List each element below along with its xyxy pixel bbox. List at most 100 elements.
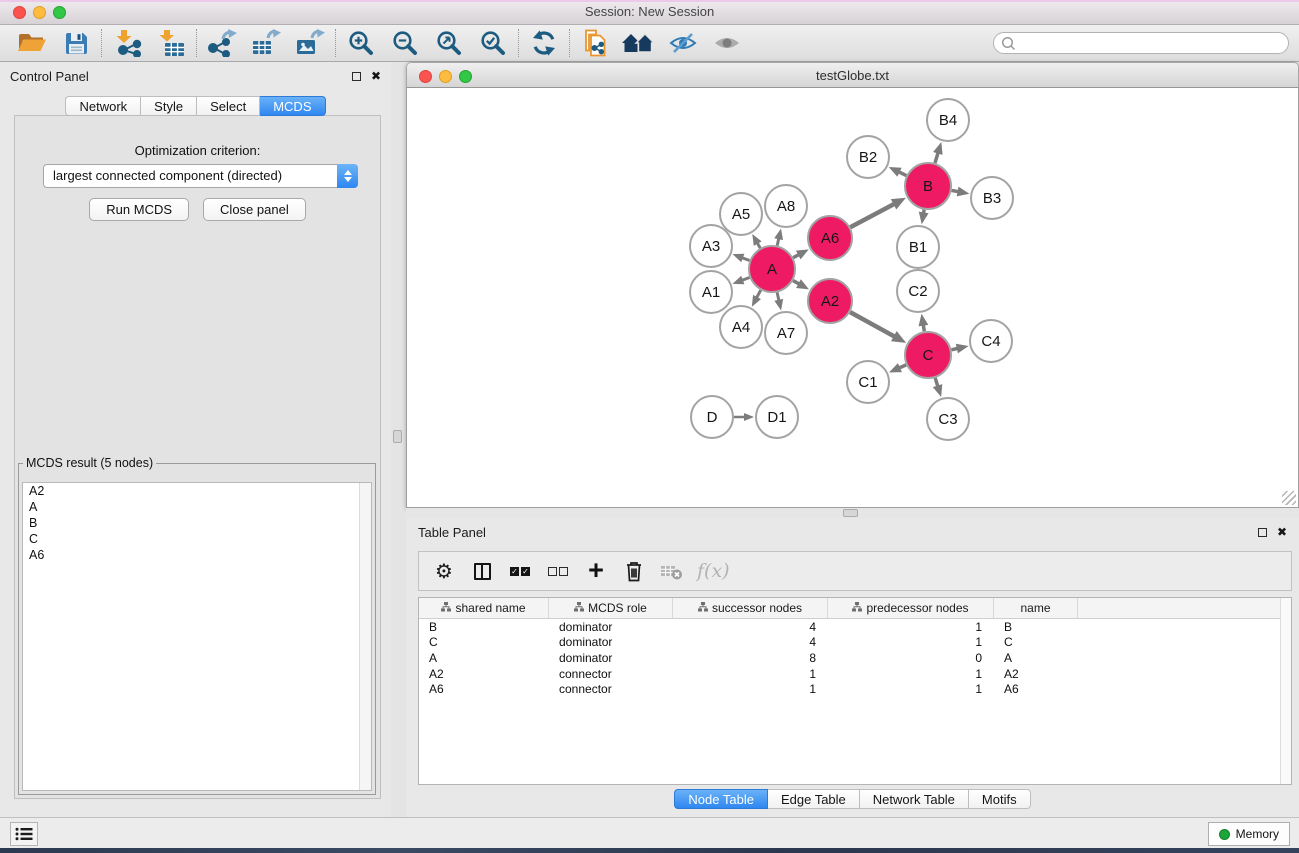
table-cell[interactable]: 1: [673, 682, 828, 696]
zoom-out-button[interactable]: [383, 26, 427, 60]
table-tab-network-table[interactable]: Network Table: [860, 789, 969, 809]
delete-column-button[interactable]: [615, 552, 653, 590]
mcds-result-item[interactable]: B: [23, 515, 371, 531]
column-header-name[interactable]: name: [994, 598, 1078, 618]
export-network-button[interactable]: [200, 26, 244, 60]
table-cell[interactable]: 4: [673, 620, 828, 634]
table-cell[interactable]: 0: [828, 651, 994, 665]
table-row[interactable]: A2connector11A2: [419, 666, 1291, 682]
status-bar: Memory: [0, 817, 1299, 848]
close-panel-icon[interactable]: ✖: [371, 70, 381, 82]
table-cell[interactable]: 1: [673, 667, 828, 681]
zoom-in-button[interactable]: [339, 26, 383, 60]
network-canvas[interactable]: AA1A2A3A4A5A6A7A8BB1B2B3B4CC1C2C3C4DD1: [406, 88, 1299, 508]
function-builder-button[interactable]: f(x): [691, 552, 736, 590]
duplicate-network-button[interactable]: [573, 26, 617, 60]
network-graph[interactable]: AA1A2A3A4A5A6A7A8BB1B2B3B4CC1C2C3C4DD1: [407, 88, 1298, 506]
export-table-button[interactable]: [244, 26, 288, 60]
show-panels-button[interactable]: [705, 26, 749, 60]
save-session-button[interactable]: [54, 26, 98, 60]
table-cell[interactable]: dominator: [549, 651, 673, 665]
home-button[interactable]: [617, 26, 661, 60]
add-column-button[interactable]: +: [577, 552, 615, 590]
panel-divider[interactable]: [391, 62, 406, 817]
divider-grip[interactable]: [843, 509, 858, 517]
table-cell[interactable]: A2: [419, 667, 549, 681]
table-cell[interactable]: A: [994, 651, 1078, 665]
refresh-button[interactable]: [522, 26, 566, 60]
table-cell[interactable]: 8: [673, 651, 828, 665]
import-table-button[interactable]: [149, 26, 193, 60]
table-tab-node-table[interactable]: Node Table: [674, 789, 768, 809]
memory-button[interactable]: Memory: [1208, 822, 1290, 846]
network-window-titlebar[interactable]: testGlobe.txt: [406, 62, 1299, 88]
table-cell[interactable]: 1: [828, 682, 994, 696]
divider-grip[interactable]: [393, 430, 402, 443]
table-cell[interactable]: 4: [673, 635, 828, 649]
task-history-button[interactable]: [10, 822, 38, 846]
float-panel-icon[interactable]: [352, 72, 361, 81]
close-panel-button[interactable]: Close panel: [203, 198, 306, 221]
column-label: predecessor nodes: [866, 601, 968, 615]
table-cell[interactable]: connector: [549, 682, 673, 696]
delete-table-button[interactable]: [653, 552, 691, 590]
float-panel-icon[interactable]: [1258, 528, 1267, 537]
column-header-shared-name[interactable]: shared name: [419, 598, 549, 618]
table-cell[interactable]: B: [419, 620, 549, 634]
select-all-button[interactable]: ✓✓: [501, 552, 539, 590]
table-row[interactable]: Cdominator41C: [419, 635, 1291, 651]
control-tab-mcds[interactable]: MCDS: [260, 96, 325, 116]
zoom-selected-button[interactable]: [471, 26, 515, 60]
table-cell[interactable]: A6: [419, 682, 549, 696]
table-cell[interactable]: A6: [994, 682, 1078, 696]
column-layout-button[interactable]: [463, 552, 501, 590]
close-panel-icon[interactable]: ✖: [1277, 526, 1287, 538]
control-tab-network[interactable]: Network: [65, 96, 141, 116]
mcds-result-item[interactable]: A6: [23, 547, 371, 563]
criterion-dropdown[interactable]: largest connected component (directed): [43, 164, 358, 188]
zoom-fit-button[interactable]: [427, 26, 471, 60]
edge-arrowhead-icon: [957, 187, 970, 197]
column-header-MCDS-role[interactable]: MCDS role: [549, 598, 673, 618]
column-header-successor-nodes[interactable]: successor nodes: [673, 598, 828, 618]
table-cell[interactable]: A2: [994, 667, 1078, 681]
table-cell[interactable]: 1: [828, 667, 994, 681]
table-row[interactable]: Bdominator41B: [419, 619, 1291, 635]
settings-gear-button[interactable]: ⚙: [425, 552, 463, 590]
table-cell[interactable]: 1: [828, 635, 994, 649]
node-label-C2: C2: [908, 283, 927, 300]
search-input[interactable]: [993, 32, 1289, 54]
mcds-result-item[interactable]: A2: [23, 483, 371, 499]
table-cell[interactable]: C: [419, 635, 549, 649]
export-image-button[interactable]: [288, 26, 332, 60]
control-tab-select[interactable]: Select: [197, 96, 260, 116]
graph-edge-B-B4[interactable]: [935, 152, 938, 163]
graph-edge-A2-C[interactable]: [850, 312, 895, 337]
table-cell[interactable]: 1: [828, 620, 994, 634]
table-panel-divider[interactable]: [406, 508, 1299, 518]
table-cell[interactable]: B: [994, 620, 1078, 634]
table-row[interactable]: Adominator80A: [419, 650, 1291, 666]
deselect-all-button[interactable]: [539, 552, 577, 590]
scrollbar-track[interactable]: [1280, 598, 1291, 784]
column-header-predecessor-nodes[interactable]: predecessor nodes: [828, 598, 994, 618]
open-session-button[interactable]: [10, 26, 54, 60]
table-cell[interactable]: connector: [549, 667, 673, 681]
table-tab-edge-table[interactable]: Edge Table: [768, 789, 860, 809]
table-cell[interactable]: dominator: [549, 635, 673, 649]
import-network-button[interactable]: [105, 26, 149, 60]
hide-panels-button[interactable]: [661, 26, 705, 60]
graph-edge-A6-B[interactable]: [850, 204, 895, 228]
mcds-result-item[interactable]: A: [23, 499, 371, 515]
table-cell[interactable]: dominator: [549, 620, 673, 634]
run-mcds-button[interactable]: Run MCDS: [89, 198, 189, 221]
mcds-result-item[interactable]: C: [23, 531, 371, 547]
table-cell[interactable]: C: [994, 635, 1078, 649]
table-row[interactable]: A6connector11A6: [419, 681, 1291, 697]
scrollbar-track[interactable]: [359, 483, 371, 790]
mcds-result-list[interactable]: A2ABCA6: [22, 482, 372, 791]
control-tab-style[interactable]: Style: [141, 96, 197, 116]
table-cell[interactable]: A: [419, 651, 549, 665]
window-resize-grip[interactable]: [1282, 491, 1296, 505]
table-tab-motifs[interactable]: Motifs: [969, 789, 1031, 809]
